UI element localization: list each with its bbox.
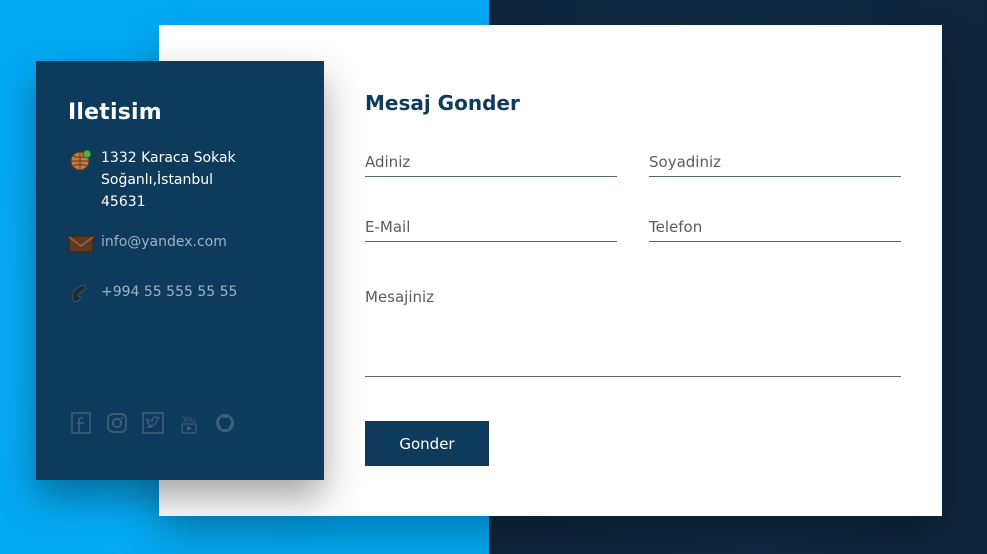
email-link[interactable]: info@yandex.com xyxy=(101,231,227,253)
address-line-3: 45631 xyxy=(101,194,146,210)
address-line-1: 1332 Karaca Sokak xyxy=(101,150,236,166)
form-title: Mesaj Gonder xyxy=(365,91,520,115)
youtube-icon[interactable]: You xyxy=(178,412,200,434)
phone-row[interactable]: +994 55 555 55 55 xyxy=(68,281,237,307)
contact-info-card: Iletisim 1332 Karaca Sokak Soğanlı,İstan… xyxy=(36,61,324,480)
facebook-icon[interactable] xyxy=(70,412,92,434)
send-button[interactable]: Gonder xyxy=(365,421,489,466)
svg-text:You: You xyxy=(181,415,196,424)
instagram-icon[interactable] xyxy=(106,412,128,434)
address-line-2: Soğanlı,İstanbul xyxy=(101,172,214,188)
email-row[interactable]: info@yandex.com xyxy=(68,231,227,257)
globe-icon xyxy=(68,147,94,173)
first-name-input[interactable] xyxy=(365,148,617,177)
github-icon[interactable] xyxy=(214,412,236,434)
phone-link[interactable]: +994 55 555 55 55 xyxy=(101,281,237,303)
last-name-input[interactable] xyxy=(649,148,901,177)
email-input[interactable] xyxy=(365,213,617,242)
social-links: You xyxy=(70,412,236,434)
contact-title: Iletisim xyxy=(68,100,162,125)
phone-input[interactable] xyxy=(649,213,901,242)
message-textarea[interactable] xyxy=(365,282,901,377)
twitter-icon[interactable] xyxy=(142,412,164,434)
phone-icon xyxy=(68,281,94,307)
mail-icon xyxy=(68,231,94,257)
address-text: 1332 Karaca Sokak Soğanlı,İstanbul 45631 xyxy=(101,147,236,213)
address-row: 1332 Karaca Sokak Soğanlı,İstanbul 45631 xyxy=(68,147,236,213)
